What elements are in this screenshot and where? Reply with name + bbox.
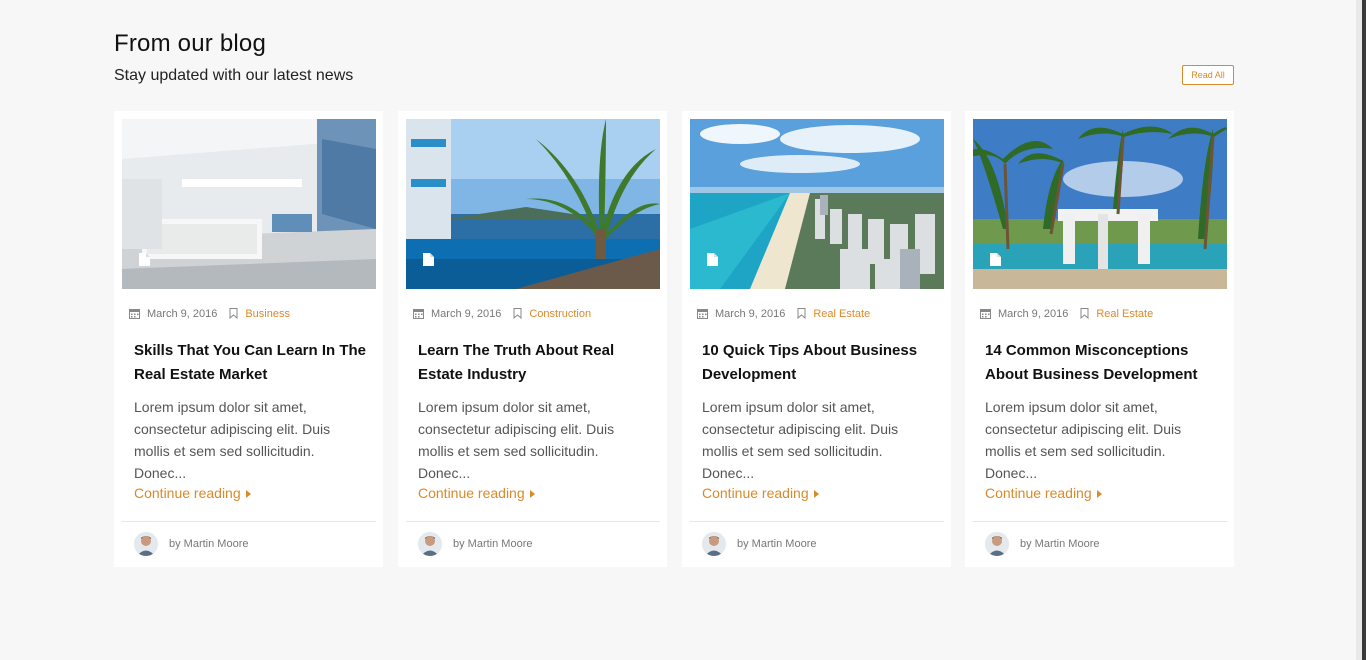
post-title[interactable]: Skills That You Can Learn In The Real Es… — [134, 339, 369, 387]
caret-right-icon — [529, 490, 535, 498]
continue-reading-link[interactable]: Continue reading — [985, 485, 1102, 501]
post-date: March 9, 2016 — [998, 308, 1069, 320]
window-edge — [1356, 0, 1366, 660]
post-thumbnail[interactable] — [122, 119, 376, 289]
post-meta: March 9, 2016 Real Estate — [980, 308, 1153, 320]
post-image — [690, 119, 944, 289]
post-author: by Martin Moore — [418, 532, 532, 558]
post-category-link[interactable]: Construction — [529, 308, 591, 320]
post-excerpt: Lorem ipsum dolor sit amet, consectetur … — [702, 399, 899, 481]
bookmark-icon — [229, 308, 238, 319]
post-category-link[interactable]: Real Estate — [1096, 308, 1153, 320]
bookmark-icon — [1080, 308, 1089, 319]
blog-card: March 9, 2016 Construction Learn The Tru… — [398, 111, 667, 567]
card-divider — [406, 521, 660, 522]
document-icon — [423, 253, 434, 266]
caret-right-icon — [1096, 490, 1102, 498]
card-divider — [122, 521, 376, 522]
post-date: March 9, 2016 — [147, 308, 218, 320]
caret-right-icon — [813, 490, 819, 498]
author-name[interactable]: by Martin Moore — [453, 538, 532, 550]
author-name[interactable]: by Martin Moore — [1020, 538, 1099, 550]
post-date: March 9, 2016 — [715, 308, 786, 320]
post-meta: March 9, 2016 Real Estate — [697, 308, 870, 320]
section-subtitle: Stay updated with our latest news — [114, 67, 354, 84]
calendar-icon — [413, 309, 424, 319]
post-date: March 9, 2016 — [431, 308, 502, 320]
continue-reading-label: Continue reading — [418, 485, 525, 501]
post-category-link[interactable]: Real Estate — [813, 308, 870, 320]
document-icon — [707, 253, 718, 266]
author-name[interactable]: by Martin Moore — [737, 538, 816, 550]
post-image — [406, 119, 660, 289]
author-avatar — [985, 532, 1009, 556]
caret-right-icon — [245, 490, 251, 498]
post-meta: March 9, 2016 Construction — [413, 308, 591, 320]
post-title[interactable]: Learn The Truth About Real Estate Indust… — [418, 339, 653, 387]
calendar-icon — [980, 309, 991, 319]
post-title[interactable]: 10 Quick Tips About Business Development — [702, 339, 937, 387]
post-author: by Martin Moore — [702, 532, 816, 558]
post-thumbnail[interactable] — [690, 119, 944, 289]
post-excerpt: Lorem ipsum dolor sit amet, consectetur … — [418, 399, 615, 481]
post-image — [973, 119, 1227, 289]
post-excerpt: Lorem ipsum dolor sit amet, consectetur … — [134, 399, 331, 481]
author-avatar — [418, 532, 442, 556]
continue-reading-link[interactable]: Continue reading — [702, 485, 819, 501]
card-divider — [690, 521, 944, 522]
post-author: by Martin Moore — [134, 532, 248, 558]
calendar-icon — [129, 309, 140, 319]
blog-card: March 9, 2016 Real Estate 14 Common Misc… — [965, 111, 1234, 567]
post-thumbnail[interactable] — [973, 119, 1227, 289]
author-name[interactable]: by Martin Moore — [169, 538, 248, 550]
continue-reading-label: Continue reading — [134, 485, 241, 501]
bookmark-icon — [797, 308, 806, 319]
author-avatar — [134, 532, 158, 556]
continue-reading-label: Continue reading — [702, 485, 809, 501]
blog-card: March 9, 2016 Business Skills That You C… — [114, 111, 383, 567]
section-title: From our blog — [114, 30, 266, 57]
author-avatar — [702, 532, 726, 556]
continue-reading-label: Continue reading — [985, 485, 1092, 501]
post-image — [122, 119, 376, 289]
calendar-icon — [697, 309, 708, 319]
document-icon — [990, 253, 1001, 266]
post-excerpt: Lorem ipsum dolor sit amet, consectetur … — [985, 399, 1182, 481]
post-thumbnail[interactable] — [406, 119, 660, 289]
bookmark-icon — [513, 308, 522, 319]
card-divider — [973, 521, 1227, 522]
continue-reading-link[interactable]: Continue reading — [134, 485, 251, 501]
post-author: by Martin Moore — [985, 532, 1099, 558]
post-category-link[interactable]: Business — [245, 308, 290, 320]
document-icon — [139, 253, 150, 266]
read-all-button[interactable]: Read All — [1182, 65, 1234, 85]
blog-card: March 9, 2016 Real Estate 10 Quick Tips … — [682, 111, 951, 567]
post-title[interactable]: 14 Common Misconceptions About Business … — [985, 339, 1220, 387]
continue-reading-link[interactable]: Continue reading — [418, 485, 535, 501]
post-meta: March 9, 2016 Business — [129, 308, 290, 320]
blog-card-list: March 9, 2016 Business Skills That You C… — [114, 111, 1234, 567]
